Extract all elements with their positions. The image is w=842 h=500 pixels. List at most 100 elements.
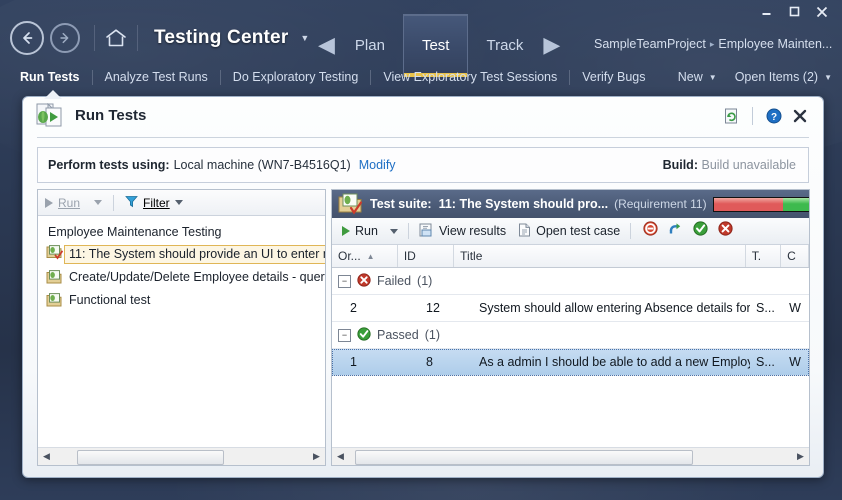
column-header-c[interactable]: C xyxy=(781,245,809,267)
scroll-left-arrow-icon[interactable]: ◀ xyxy=(332,448,349,465)
group-header-passed[interactable]: − Passed (1) xyxy=(332,322,809,349)
status-action-buttons xyxy=(635,221,733,241)
grid-header: Or... ▲ ID Title T. C xyxy=(332,245,809,268)
back-button[interactable] xyxy=(10,21,44,55)
column-header-label: T. xyxy=(751,249,762,263)
column-header-label: Or... xyxy=(338,249,361,263)
column-header-t[interactable]: T. xyxy=(746,245,782,267)
collapse-expander-icon[interactable]: − xyxy=(338,274,351,288)
cell-c: W xyxy=(789,355,801,369)
block-test-icon[interactable] xyxy=(643,221,658,241)
test-suite-tree-pane: Run Filter Employee Maintenance Testing … xyxy=(37,189,326,466)
left-pane-horizontal-scrollbar[interactable]: ◀ ▶ xyxy=(38,447,325,465)
tabs-right-chevron-icon[interactable]: ▶ xyxy=(543,34,560,56)
column-header-id[interactable]: ID xyxy=(398,245,455,267)
cell-id: 8 xyxy=(426,355,433,369)
run-button[interactable]: Run xyxy=(336,218,384,244)
static-suite-icon xyxy=(46,292,64,308)
right-scroll-thumb[interactable] xyxy=(355,450,693,465)
nav-divider-2 xyxy=(137,25,138,51)
list-item-container: 11: The System should provide an UI to e… xyxy=(38,243,325,265)
list-item-root[interactable]: Employee Maintenance Testing xyxy=(38,220,325,243)
refresh-icon[interactable] xyxy=(718,105,744,127)
scroll-right-arrow-icon[interactable]: ▶ xyxy=(792,448,809,465)
test-suite-requirement: (Requirement 11) xyxy=(614,197,707,211)
breadcrumb-project[interactable]: SampleTeamProject xyxy=(594,37,706,51)
column-header-label: C xyxy=(787,249,796,263)
grid-body: − Failed (1) 2 12 System should allow en… xyxy=(332,268,809,441)
right-scroll-track[interactable] xyxy=(349,448,792,465)
tabs-left-chevron-icon[interactable]: ◀ xyxy=(318,34,335,56)
fail-test-icon[interactable] xyxy=(718,221,733,241)
breadcrumb: SampleTeamProject ▸ Employee Mainten... xyxy=(594,37,832,51)
column-header-title[interactable]: Title xyxy=(454,245,746,267)
pass-fail-progress-bar xyxy=(712,196,809,212)
list-item-selected[interactable]: 11: The System should provide an UI to e… xyxy=(64,244,326,264)
left-run-dropdown[interactable] xyxy=(87,190,109,215)
left-run-label: Run xyxy=(58,195,81,210)
forward-button[interactable] xyxy=(50,23,80,53)
menu-open-items-button[interactable]: Open Items (2) ▼ xyxy=(735,70,832,84)
view-results-button[interactable]: View results xyxy=(413,218,512,244)
menu-item-do-exploratory-testing[interactable]: Do Exploratory Testing xyxy=(221,70,371,84)
column-header-order[interactable]: Or... ▲ xyxy=(332,245,398,267)
test-suite-icon xyxy=(338,192,364,216)
reset-test-icon[interactable] xyxy=(668,221,683,241)
close-icon[interactable] xyxy=(787,105,813,127)
cell-id: 12 xyxy=(426,301,440,315)
menu-item-view-exploratory-test-sessions[interactable]: View Exploratory Test Sessions xyxy=(371,70,569,84)
left-filter-button[interactable]: Filter xyxy=(118,190,190,215)
right-toolbar-divider-2 xyxy=(630,223,632,239)
panel-header: Run Tests ? xyxy=(23,97,823,138)
list-item-functional-test[interactable]: Functional test xyxy=(38,288,325,311)
right-pane-horizontal-scrollbar[interactable]: ◀ ▶ xyxy=(332,447,809,465)
run-dropdown[interactable] xyxy=(384,218,404,244)
app-title: Testing Center xyxy=(154,27,289,48)
app-title-dropdown-caret[interactable]: ▼ xyxy=(300,33,309,43)
fail-icon xyxy=(357,272,371,290)
scroll-left-arrow-icon[interactable]: ◀ xyxy=(38,448,55,465)
application-window: Testing Center ▼ ◀ Plan Test Track ▶ Sam… xyxy=(0,0,842,500)
list-item-label: 11: The System should provide an UI to e… xyxy=(69,247,326,261)
home-button[interactable] xyxy=(103,25,129,51)
list-item-query-suite[interactable]: Create/Update/Delete Employee details - … xyxy=(38,265,325,288)
table-row[interactable]: 2 12 System should allow entering Absenc… xyxy=(332,295,809,322)
pass-test-icon[interactable] xyxy=(693,221,708,241)
group-header-failed[interactable]: − Failed (1) xyxy=(332,268,809,295)
chevron-down-icon: ▼ xyxy=(824,72,832,82)
column-header-label: ID xyxy=(403,249,416,263)
nav-divider-1 xyxy=(94,25,95,51)
menu-new-button[interactable]: New ▼ xyxy=(678,70,717,84)
left-scroll-thumb[interactable] xyxy=(77,450,224,465)
left-toolbar: Run Filter xyxy=(38,190,325,216)
left-filter-label: Filter xyxy=(143,195,170,210)
cell-title: As a admin I should be able to add a new… xyxy=(479,355,751,369)
left-run-button[interactable]: Run xyxy=(38,190,87,215)
menu-item-analyze-test-runs[interactable]: Analyze Test Runs xyxy=(93,70,220,84)
open-test-case-icon xyxy=(518,223,531,240)
column-header-label: Title xyxy=(460,249,483,263)
perform-tests-value: Local machine (WN7-B4516Q1) xyxy=(173,158,351,172)
back-arrow-icon xyxy=(23,32,33,44)
test-case-grid-pane: Test suite: 11: The System should pro...… xyxy=(331,189,810,466)
menu-item-verify-bugs[interactable]: Verify Bugs xyxy=(570,70,657,84)
left-scroll-track[interactable] xyxy=(55,448,308,465)
navigation-bar: Testing Center ▼ ◀ Plan Test Track ▶ Sam… xyxy=(0,13,842,77)
modify-link[interactable]: Modify xyxy=(359,158,396,172)
menu-item-run-tests[interactable]: Run Tests xyxy=(8,70,92,84)
table-row[interactable]: 1 8 As a admin I should be able to add a… xyxy=(332,349,809,376)
right-toolbar-divider-1 xyxy=(407,223,409,239)
menu-items: Run Tests Analyze Test Runs Do Explorato… xyxy=(8,62,658,92)
open-test-case-button[interactable]: Open test case xyxy=(512,218,626,244)
view-results-icon xyxy=(419,223,434,240)
menu-right-group: New ▼ Open Items (2) ▼ xyxy=(678,62,832,92)
chevron-down-icon xyxy=(94,200,103,205)
cell-c: W xyxy=(789,301,801,315)
view-results-label: View results xyxy=(438,224,507,238)
breadcrumb-plan[interactable]: Employee Mainten... xyxy=(718,37,832,51)
scroll-right-arrow-icon[interactable]: ▶ xyxy=(308,448,325,465)
help-icon[interactable]: ? xyxy=(761,105,787,127)
chevron-down-icon xyxy=(174,200,183,205)
collapse-expander-icon[interactable]: − xyxy=(338,328,351,342)
cell-order: 1 xyxy=(350,355,357,369)
